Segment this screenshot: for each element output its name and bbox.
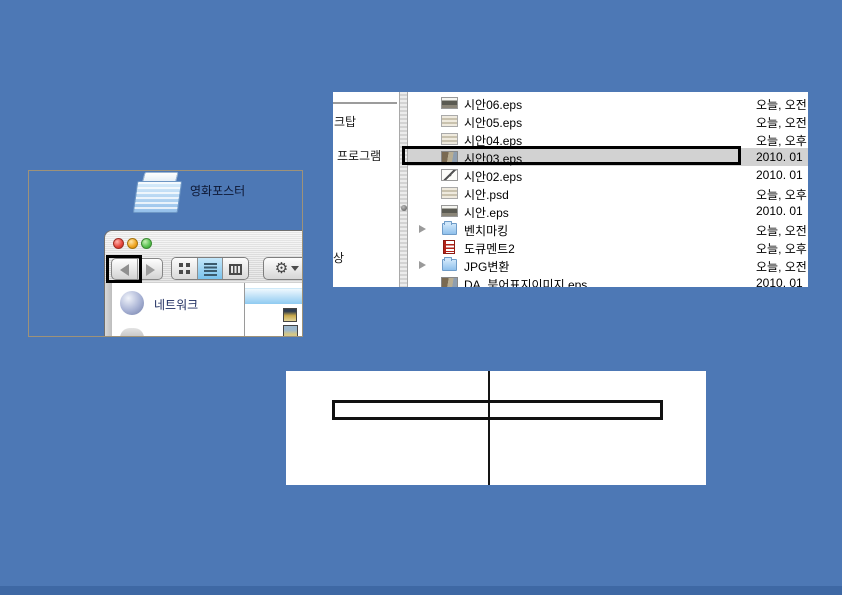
eps-file-icon [441, 277, 458, 287]
file-name: DA_북어표지이미지.eps [464, 276, 587, 287]
red-document-icon [443, 240, 455, 254]
slide-background: 영화포스터 [0, 0, 842, 595]
eps-file-icon [441, 169, 458, 181]
annotation-highlight-box [106, 255, 142, 283]
finder-list-view-panel: 크탑 프로그램 상 시안06.eps 오늘, 오전 시안05.eps 오늘, 오… [333, 92, 808, 287]
list-panel-sidebar: 크탑 프로그램 상 [333, 92, 399, 287]
column-view-button[interactable] [222, 258, 248, 279]
folder-icon [442, 223, 457, 235]
gear-icon: ⚙ [275, 261, 288, 276]
minimize-button[interactable] [127, 238, 138, 249]
file-name: 시안02.eps [464, 168, 522, 185]
diagram-outlined-rectangle [332, 400, 663, 420]
file-date: 오늘, 오전 [756, 96, 807, 113]
file-date: 오늘, 오전 [756, 222, 807, 239]
bottom-edge-strip [0, 586, 842, 595]
file-date: 2010. 01 [756, 168, 803, 182]
icon-view-icon [179, 263, 190, 274]
list-view-button[interactable] [197, 258, 223, 279]
disclosure-triangle-icon[interactable] [419, 225, 426, 233]
desktop-folder-label: 영화포스터 [190, 182, 245, 199]
table-row[interactable]: 시안06.eps 오늘, 오전 [408, 94, 808, 112]
forward-arrow-icon [146, 264, 155, 276]
table-row[interactable]: 시안04.eps 오늘, 오후 [408, 130, 808, 148]
network-globe-icon [120, 291, 144, 315]
folder-icon [442, 259, 457, 271]
sidebar-item-applications[interactable]: 프로그램 [337, 147, 381, 164]
table-row[interactable]: 도큐멘트2 오늘, 오후 [408, 238, 808, 256]
eps-file-icon [441, 115, 458, 127]
table-row[interactable]: JPG변환 오늘, 오전 [408, 256, 808, 274]
sidebar-item-network[interactable]: 네트워크 [154, 296, 198, 313]
photo-thumbnail [283, 308, 297, 322]
finder-sidebar: 네트워크 [112, 283, 244, 337]
file-date: 오늘, 오후 [756, 240, 807, 257]
psd-file-icon [441, 187, 458, 199]
file-name: 벤치마킹 [464, 222, 508, 239]
divider-knob[interactable] [401, 205, 407, 211]
finder-window-content: 네트워크 [105, 283, 303, 337]
file-name: 도큐멘트2 [464, 240, 515, 257]
action-menu-button[interactable]: ⚙ [263, 257, 303, 280]
folder-body [133, 181, 182, 213]
file-name: 시안06.eps [464, 96, 522, 113]
file-name: 시안.psd [464, 186, 509, 203]
eps-file-icon [441, 97, 458, 109]
file-date: 2010. 01 [756, 276, 803, 287]
layout-diagram [286, 371, 706, 485]
eps-file-icon [441, 151, 458, 163]
eps-file-icon [441, 205, 458, 217]
desktop-screenshot-fragment: 영화포스터 [28, 170, 303, 337]
zoom-button[interactable] [141, 238, 152, 249]
table-row[interactable]: 시안02.eps 2010. 01 [408, 166, 808, 184]
file-name: 시안.eps [464, 204, 509, 221]
photo-thumbnail [283, 325, 298, 337]
window-left-edge [105, 283, 112, 337]
table-row[interactable]: 시안.eps 2010. 01 [408, 202, 808, 220]
table-row[interactable]: 시안05.eps 오늘, 오전 [408, 112, 808, 130]
desktop-folder-icon[interactable] [133, 172, 183, 214]
panel-divider-scrollbar[interactable] [399, 92, 408, 287]
finder-content-pane [245, 283, 303, 337]
table-row[interactable]: DA_북어표지이미지.eps 2010. 01 [408, 274, 808, 287]
table-row[interactable]: 벤치마킹 오늘, 오전 [408, 220, 808, 238]
sidebar-item-movies[interactable]: 상 [333, 249, 344, 266]
file-name: 시안04.eps [464, 132, 522, 149]
disclosure-triangle-icon[interactable] [419, 261, 426, 269]
column-view-icon [229, 264, 242, 275]
file-name: JPG변환 [464, 258, 509, 275]
file-date: 오늘, 오후 [756, 186, 807, 203]
file-date: 오늘, 오전 [756, 114, 807, 131]
finder-window: ⚙ 네트워크 [104, 230, 303, 337]
file-name: 시안05.eps [464, 114, 522, 131]
chevron-down-icon [291, 266, 299, 271]
sidebar-item-partial-icon [120, 328, 144, 337]
file-date: 오늘, 오전 [756, 258, 807, 275]
diagram-center-line [488, 371, 490, 485]
file-name: 시안03.eps [464, 150, 522, 167]
file-list: 시안06.eps 오늘, 오전 시안05.eps 오늘, 오전 시안04.eps… [408, 92, 808, 287]
file-date: 2010. 01 [756, 150, 803, 164]
list-view-icon [204, 263, 217, 276]
table-row[interactable]: 시안.psd 오늘, 오후 [408, 184, 808, 202]
column-header-strip[interactable] [245, 288, 303, 304]
file-date: 오늘, 오후 [756, 132, 807, 149]
file-date: 2010. 01 [756, 204, 803, 218]
sidebar-separator [333, 102, 397, 104]
eps-file-icon [441, 133, 458, 145]
icon-view-button[interactable] [172, 258, 197, 279]
sidebar-item-desktop[interactable]: 크탑 [334, 113, 356, 130]
close-button[interactable] [113, 238, 124, 249]
view-mode-control [171, 257, 249, 280]
table-row-selected[interactable]: 시안03.eps 2010. 01 [408, 148, 808, 166]
